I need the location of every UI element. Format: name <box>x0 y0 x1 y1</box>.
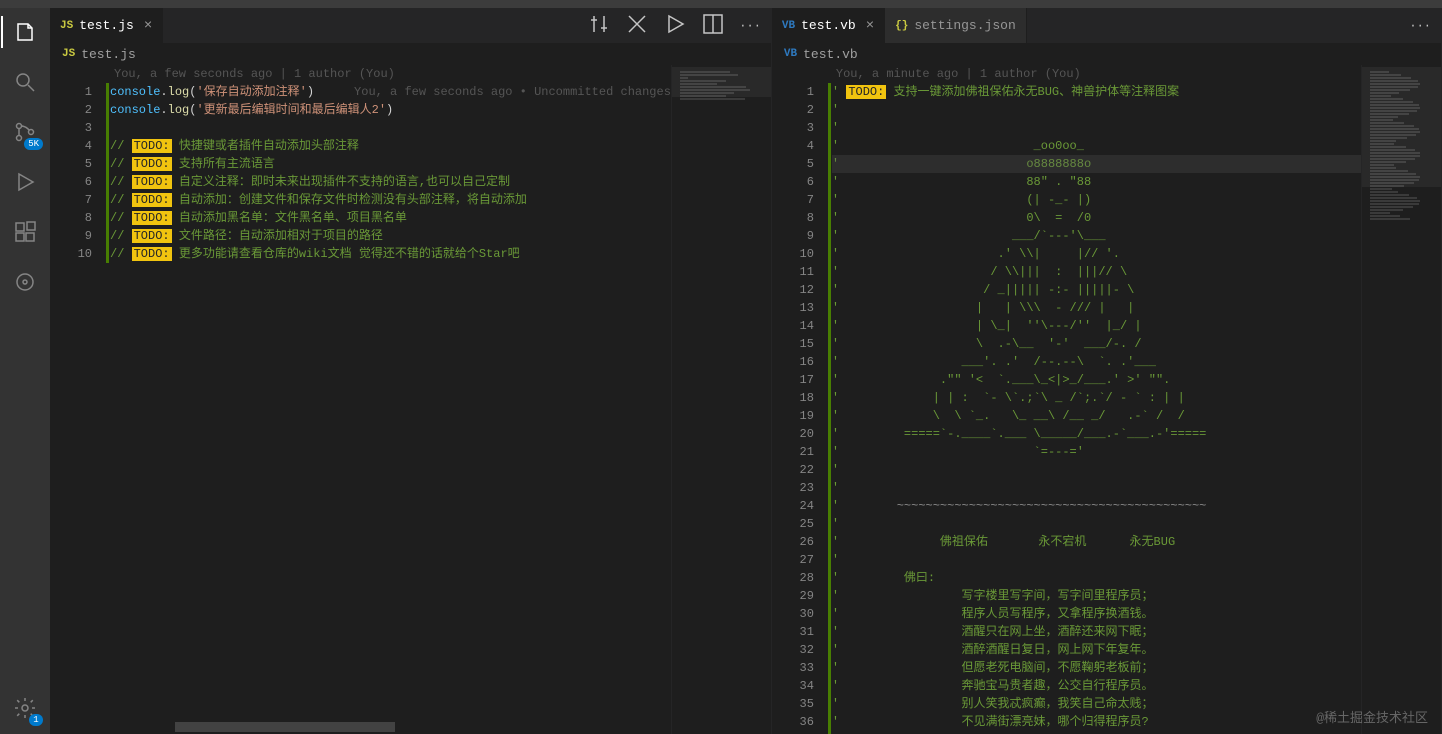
more-actions-icon[interactable]: ··· <box>739 19 761 33</box>
settings-badge: 1 <box>29 714 43 726</box>
toggle-changes-icon[interactable] <box>625 12 649 40</box>
extensions-icon[interactable] <box>1 216 49 248</box>
breadcrumb-left[interactable]: JS test.js <box>50 43 771 65</box>
js-file-icon: JS <box>62 48 75 60</box>
watermark: @稀土掘金技术社区 <box>1316 707 1428 726</box>
line-gutter: 1234567891011121314151617181920212223242… <box>772 65 832 734</box>
minimap-left[interactable] <box>671 65 771 734</box>
run-code-icon[interactable] <box>663 12 687 40</box>
editor-group-right: VB test.vb × {} settings.json ··· VB test.vb… <box>772 8 1442 734</box>
tab-test-js[interactable]: JS test.js × <box>50 8 163 43</box>
compare-changes-icon[interactable] <box>587 12 611 40</box>
close-icon[interactable]: × <box>144 18 152 34</box>
source-control-icon[interactable]: 5K <box>1 116 49 148</box>
line-gutter: 12345678910 <box>50 65 110 734</box>
horizontal-scrollbar[interactable] <box>175 722 395 732</box>
scm-badge: 5K <box>24 138 43 150</box>
tab-label: test.vb <box>801 18 856 33</box>
tab-label: settings.json <box>914 18 1015 33</box>
minimap-right[interactable] <box>1361 65 1441 734</box>
code-content-right[interactable]: You, a minute ago | 1 author (You) ' TOD… <box>832 65 1361 734</box>
breadcrumb-label: test.vb <box>803 47 858 62</box>
js-file-icon: JS <box>60 20 73 32</box>
vb-file-icon: VB <box>784 48 797 60</box>
search-icon[interactable] <box>1 66 49 98</box>
git-decoration <box>106 83 109 263</box>
git-decoration <box>828 83 831 734</box>
gitlens-icon[interactable] <box>1 266 49 298</box>
breadcrumb-right[interactable]: VB test.vb <box>772 43 1441 65</box>
json-file-icon: {} <box>895 20 908 32</box>
settings-gear-icon[interactable]: 1 <box>1 692 49 724</box>
more-actions-icon[interactable]: ··· <box>1409 19 1431 33</box>
run-debug-icon[interactable] <box>1 166 49 198</box>
vb-file-icon: VB <box>782 20 795 32</box>
gitlens-authors: You, a minute ago | 1 author (You) <box>832 65 1361 83</box>
tab-test-vb[interactable]: VB test.vb × <box>772 8 885 43</box>
close-icon[interactable]: × <box>866 18 874 34</box>
tab-bar-left: JS test.js × ··· <box>50 8 771 43</box>
tab-settings-json[interactable]: {} settings.json <box>885 8 1027 43</box>
window-titlebar <box>0 0 1442 8</box>
tab-label: test.js <box>79 18 134 33</box>
gitlens-authors: You, a few seconds ago | 1 author (You) <box>110 65 671 83</box>
editor-group-left: JS test.js × ··· JS test.js <box>50 8 772 734</box>
activity-bar: 5K 1 <box>0 8 50 734</box>
code-content-left[interactable]: You, a few seconds ago | 1 author (You) … <box>110 65 671 734</box>
breadcrumb-label: test.js <box>81 47 136 62</box>
explorer-icon[interactable] <box>1 16 49 48</box>
split-editor-icon[interactable] <box>701 12 725 40</box>
tab-bar-right: VB test.vb × {} settings.json ··· <box>772 8 1441 43</box>
